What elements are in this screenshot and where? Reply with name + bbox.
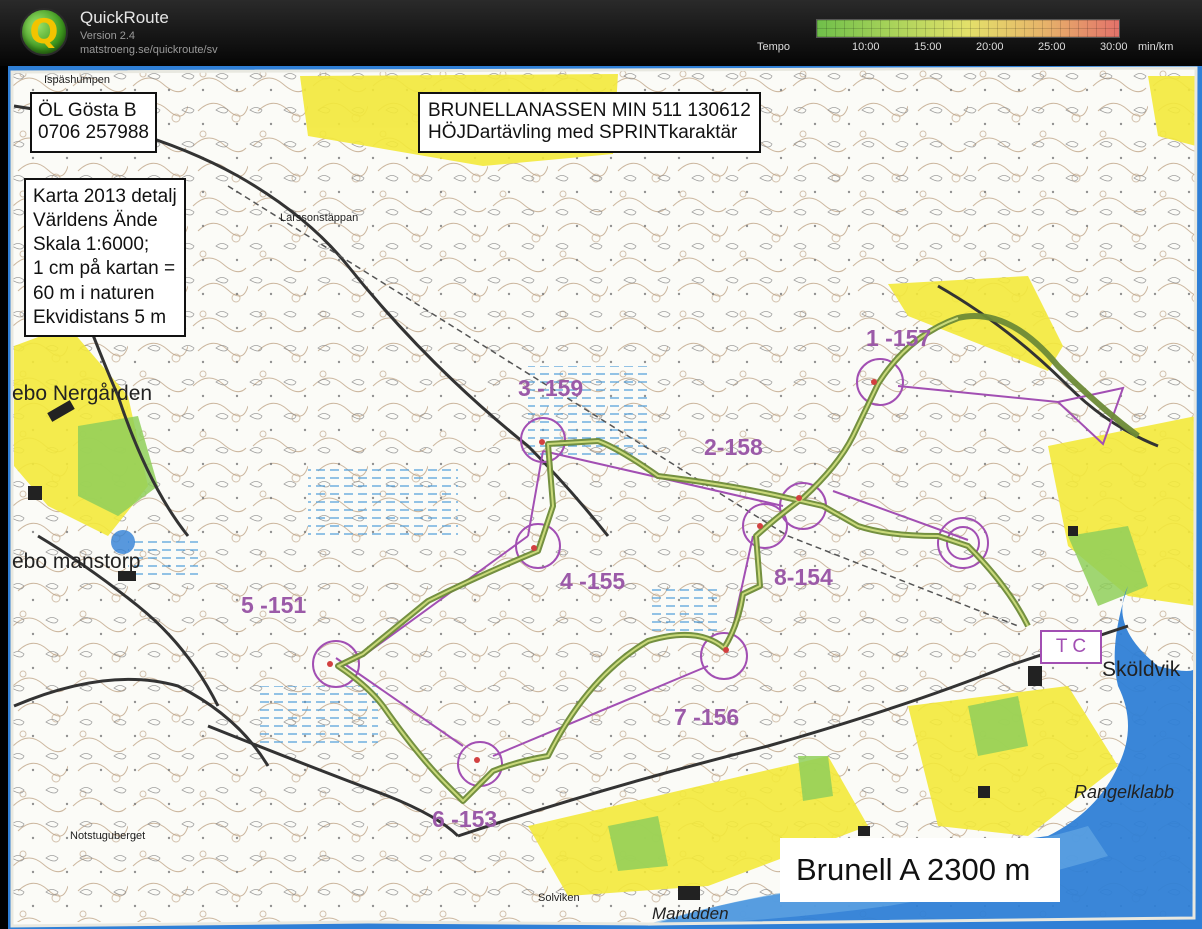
app-version: Version 2.4 (80, 30, 136, 42)
event-subtitle: HÖJDartävling med SPRINTkaraktär (428, 122, 738, 144)
place-marudden: Marudden (652, 904, 729, 923)
map-info-line: Ekvidistans 5 m (33, 306, 167, 328)
finish-tc-box: T C (1040, 630, 1102, 664)
map-info-line: 60 m i naturen (33, 282, 155, 304)
event-title: BRUNELLANASSEN MIN 511 130612 (428, 100, 751, 121)
tempo-color-scale (816, 19, 1120, 38)
place-rangelklabb: Rangelklabb (1074, 782, 1175, 802)
map-info-line: Karta 2013 detalj (33, 186, 177, 207)
tempo-tick: 15:00 (914, 41, 942, 53)
map-canvas[interactable] (8, 66, 1202, 929)
place-skoldvik: Sköldvik (1102, 658, 1181, 681)
map-info-line: Världens Ände (33, 210, 158, 232)
tempo-unit: min/km (1138, 41, 1174, 53)
control-label-2: 2-158 (704, 434, 763, 460)
place-solviken: Solviken (538, 892, 580, 904)
control-label-3: 3 -159 (518, 375, 584, 401)
place-ispashumpen: Ispäshumpen (44, 74, 111, 86)
tempo-tick: 30:00 (1100, 41, 1128, 53)
orienteering-map[interactable]: ÖL Gösta B 0706 257988 BRUNELLANASSEN MI… (8, 66, 1202, 929)
quickroute-header: Q QuickRoute Version 2.4 matstroeng.se/q… (0, 0, 1202, 66)
control-label-8: 8-154 (774, 564, 833, 590)
control-label-4: 4 -155 (560, 568, 626, 594)
quickroute-logo-icon: Q (20, 8, 68, 56)
app-url[interactable]: matstroeng.se/quickroute/sv (80, 44, 218, 56)
club-name: ÖL Gösta B (38, 100, 137, 121)
place-manstorp: ebo manstorp (12, 550, 141, 573)
map-info-box: Karta 2013 detalj Världens Ände Skala 1:… (24, 178, 186, 337)
tempo-tick: 20:00 (976, 41, 1004, 53)
tempo-label: Tempo (757, 41, 791, 53)
map-info-line: 1 cm på kartan = (33, 258, 176, 280)
club-phone: 0706 257988 (38, 122, 149, 144)
map-info-line: Skala 1:6000; (33, 234, 150, 256)
tempo-tick: 25:00 (1038, 41, 1066, 53)
course-name-box: Brunell A 2300 m (780, 838, 1060, 902)
place-notstugubergen: Notstuguberget (70, 830, 146, 842)
event-title-box: BRUNELLANASSEN MIN 511 130612 HÖJDartävl… (418, 92, 761, 153)
control-label-5: 5 -151 (241, 592, 307, 618)
tempo-tick: 10:00 (852, 41, 880, 53)
control-label-1: 1 -157 (866, 325, 932, 351)
club-info-box: ÖL Gösta B 0706 257988 (30, 92, 157, 153)
control-label-7: 7 -156 (674, 704, 740, 730)
app-name: QuickRoute (80, 8, 169, 27)
control-label-6: 6 -153 (432, 806, 498, 832)
place-larssonstappan: Larssonstäppan (280, 212, 359, 224)
place-nergarden: ebo Nergården (12, 382, 153, 405)
